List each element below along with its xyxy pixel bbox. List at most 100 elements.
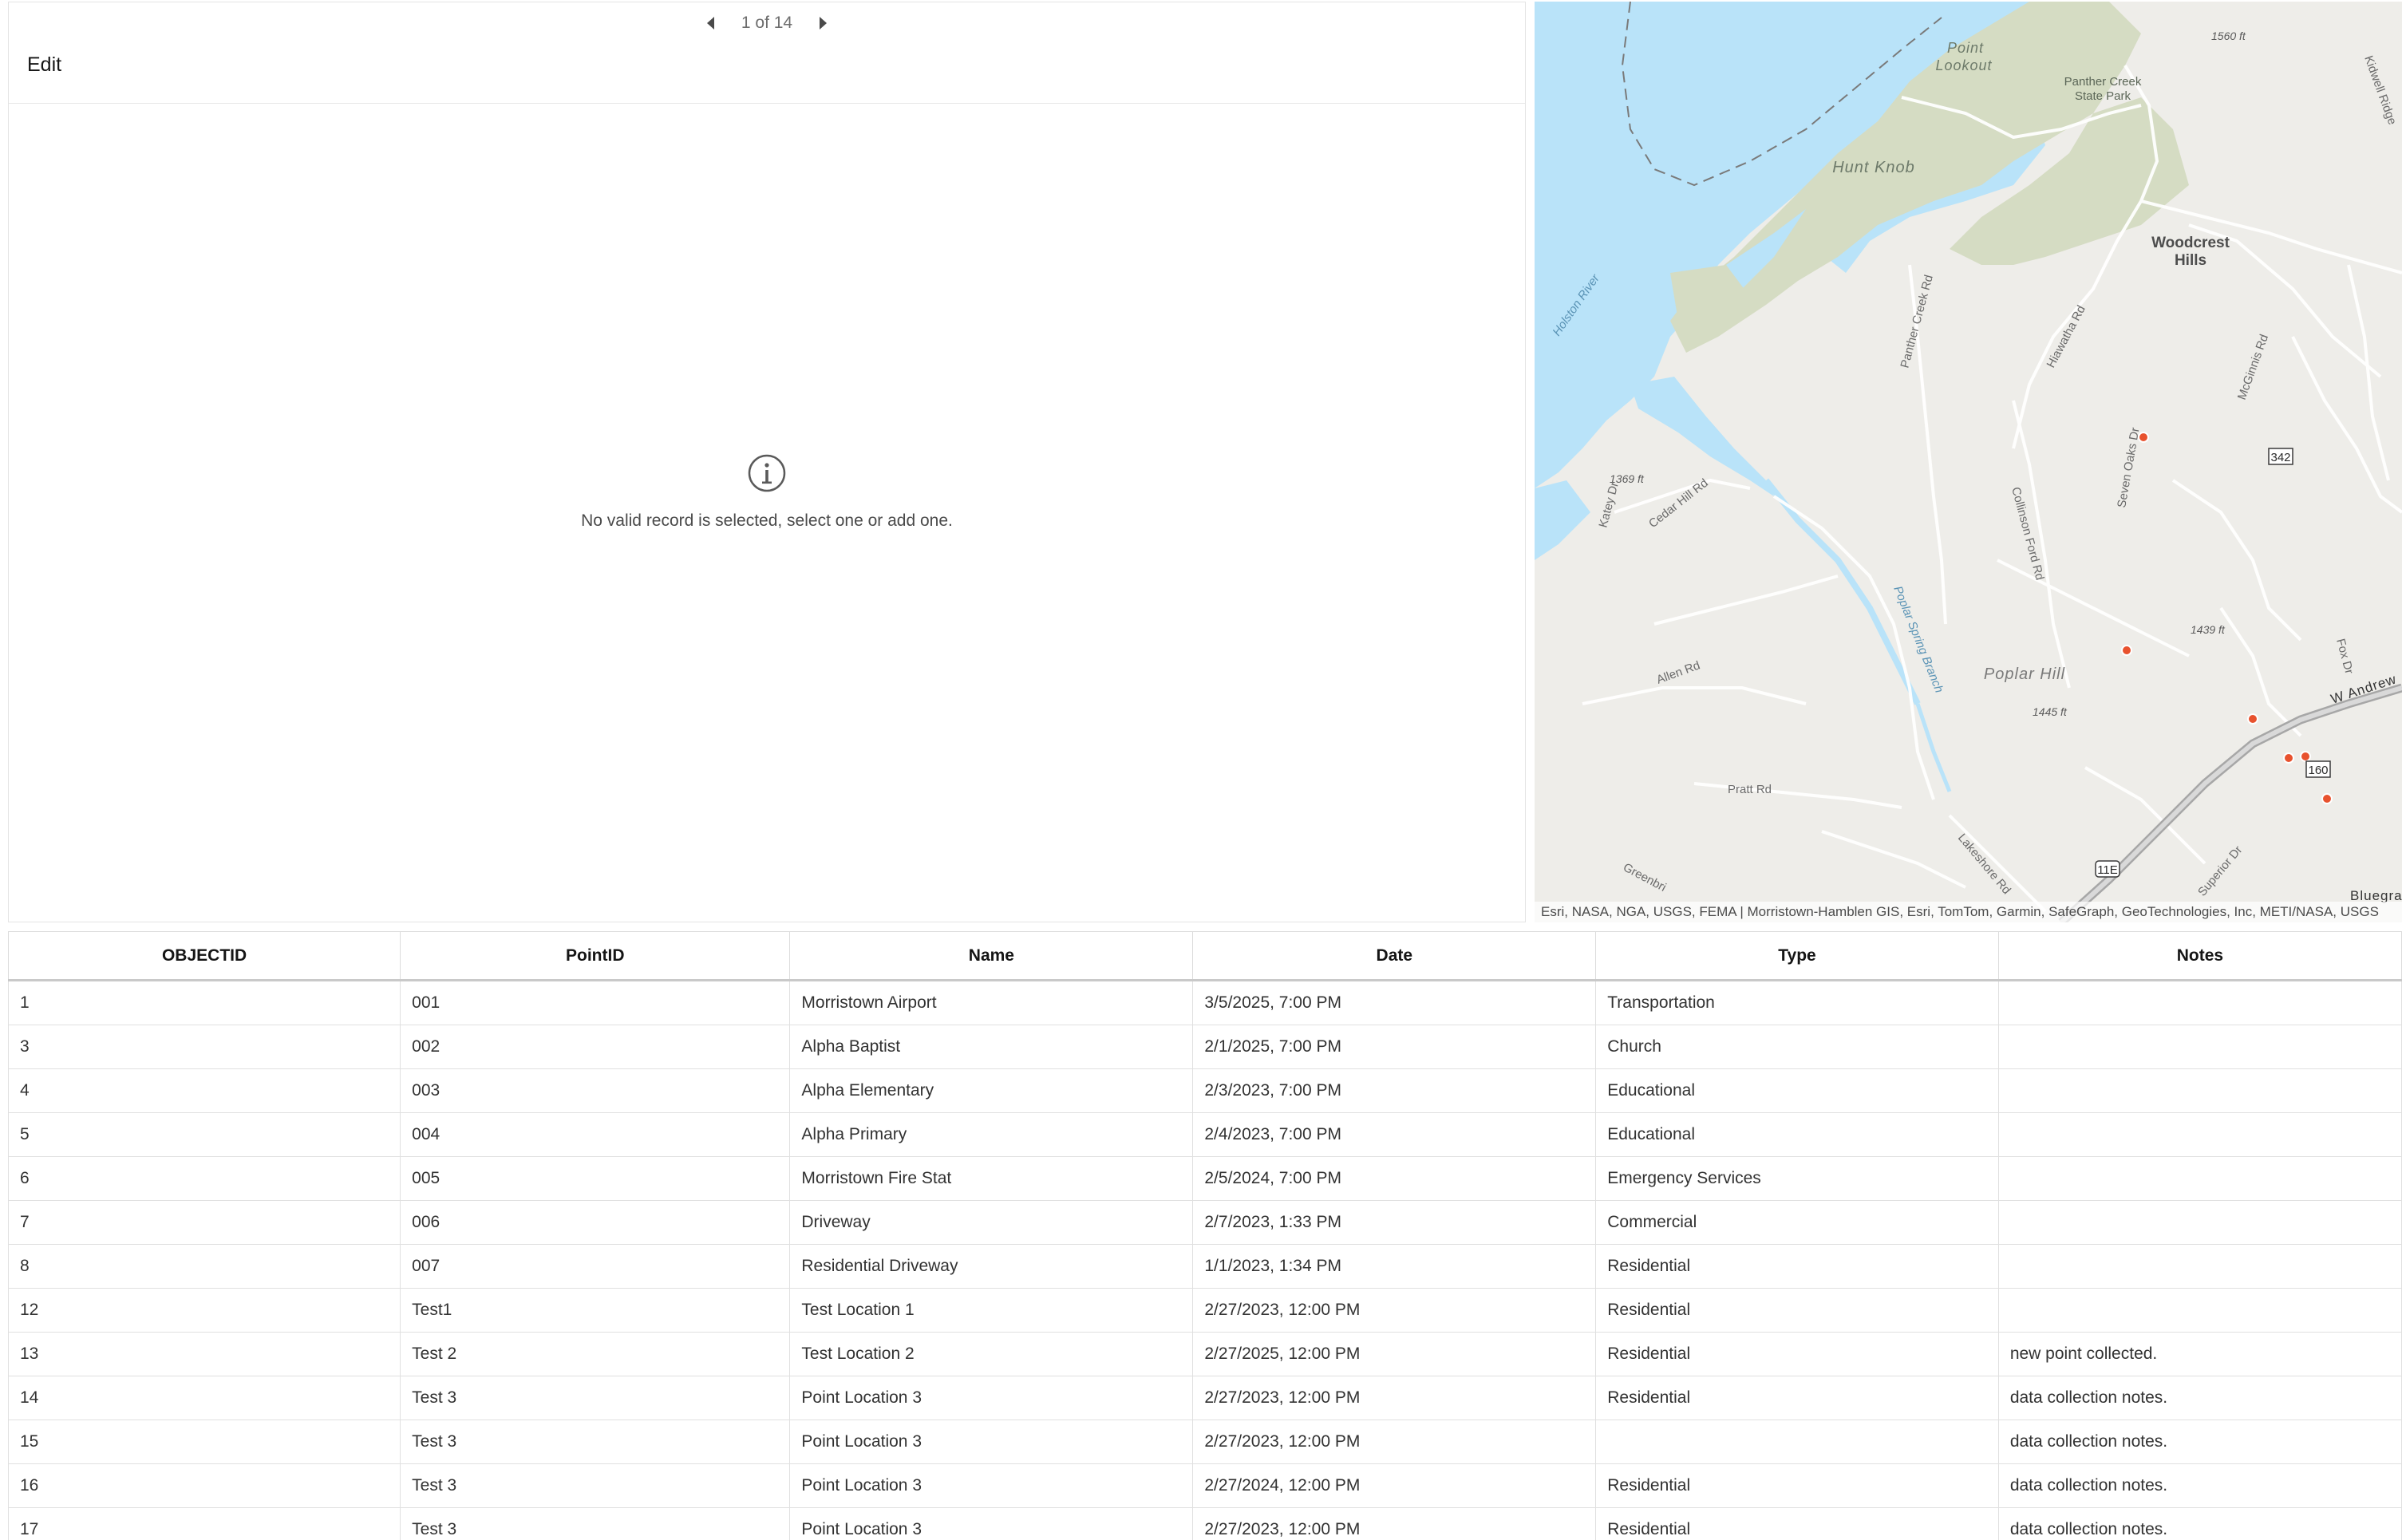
cell-type[interactable]: Residential xyxy=(1595,1507,1999,1540)
table-row[interactable]: 14 Test 3 Point Location 3 2/27/2023, 12:00… xyxy=(8,1376,2402,1420)
cell-name[interactable]: Alpha Primary xyxy=(789,1112,1194,1157)
cell-type[interactable]: Church xyxy=(1595,1025,1999,1069)
cell-objectid[interactable]: 1 xyxy=(8,980,401,1025)
cell-type[interactable]: Residential xyxy=(1595,1288,1999,1333)
cell-pointid[interactable]: 006 xyxy=(400,1200,791,1245)
cell-date[interactable]: 1/1/2023, 1:34 PM xyxy=(1192,1244,1597,1289)
cell-notes[interactable]: data collection notes. xyxy=(1997,1376,2402,1420)
cell-name[interactable]: Residential Driveway xyxy=(789,1244,1194,1289)
cell-date[interactable]: 2/27/2024, 12:00 PM xyxy=(1192,1463,1597,1508)
cell-date[interactable]: 3/5/2025, 7:00 PM xyxy=(1192,980,1597,1025)
cell-objectid[interactable]: 7 xyxy=(8,1200,401,1245)
cell-name[interactable]: Test Location 1 xyxy=(789,1288,1194,1333)
cell-date[interactable]: 2/27/2023, 12:00 PM xyxy=(1192,1376,1597,1420)
table-row[interactable]: 15 Test 3 Point Location 3 2/27/2023, 12:00… xyxy=(8,1420,2402,1464)
cell-pointid[interactable]: 003 xyxy=(400,1068,791,1113)
cell-objectid[interactable]: 5 xyxy=(8,1112,401,1157)
cell-date[interactable]: 2/27/2025, 12:00 PM xyxy=(1192,1332,1597,1376)
cell-name[interactable]: Test Location 2 xyxy=(789,1332,1194,1376)
cell-type[interactable]: Educational xyxy=(1595,1068,1999,1113)
cell-pointid[interactable]: Test 3 xyxy=(400,1376,791,1420)
cell-objectid[interactable]: 13 xyxy=(8,1332,401,1376)
cell-notes[interactable] xyxy=(1997,1244,2402,1289)
cell-pointid[interactable]: 004 xyxy=(400,1112,791,1157)
cell-type[interactable]: Residential xyxy=(1595,1244,1999,1289)
cell-objectid[interactable]: 8 xyxy=(8,1244,401,1289)
cell-objectid[interactable]: 14 xyxy=(8,1376,401,1420)
cell-pointid[interactable]: 001 xyxy=(400,980,791,1025)
table-row[interactable]: 17 Test 3 Point Location 3 2/27/2023, 12:00… xyxy=(8,1507,2402,1540)
table-row[interactable]: 1 001 Morristown Airport 3/5/2025, 7:00 PM T… xyxy=(8,980,2402,1025)
cell-objectid[interactable]: 16 xyxy=(8,1463,401,1508)
cell-notes[interactable] xyxy=(1997,1200,2402,1245)
cell-pointid[interactable]: Test1 xyxy=(400,1288,791,1333)
table-row[interactable]: 7 006 Driveway 2/7/2023, 1:33 PM Commercial xyxy=(8,1200,2402,1245)
cell-notes[interactable]: data collection notes. xyxy=(1997,1507,2402,1540)
column-header-type[interactable]: Type xyxy=(1595,931,1999,981)
cell-name[interactable]: Alpha Elementary xyxy=(789,1068,1194,1113)
cell-name[interactable]: Point Location 3 xyxy=(789,1376,1194,1420)
column-header-pointid[interactable]: PointID xyxy=(400,931,791,981)
table-row[interactable]: 6 005 Morristown Fire Stat 2/5/2024, 7:00 P… xyxy=(8,1156,2402,1201)
table-row[interactable]: 5 004 Alpha Primary 2/4/2023, 7:00 PM Educat… xyxy=(8,1112,2402,1157)
cell-date[interactable]: 2/5/2024, 7:00 PM xyxy=(1192,1156,1597,1201)
cell-date[interactable]: 2/3/2023, 7:00 PM xyxy=(1192,1068,1597,1113)
cell-name[interactable]: Alpha Baptist xyxy=(789,1025,1194,1069)
cell-notes[interactable] xyxy=(1997,980,2402,1025)
cell-notes[interactable] xyxy=(1997,1288,2402,1333)
cell-objectid[interactable]: 6 xyxy=(8,1156,401,1201)
cell-type[interactable] xyxy=(1595,1420,1999,1464)
column-header-name[interactable]: Name xyxy=(789,931,1194,981)
cell-objectid[interactable]: 3 xyxy=(8,1025,401,1069)
cell-name[interactable]: Driveway xyxy=(789,1200,1194,1245)
cell-pointid[interactable]: Test 2 xyxy=(400,1332,791,1376)
column-header-date[interactable]: Date xyxy=(1192,931,1597,981)
cell-objectid[interactable]: 12 xyxy=(8,1288,401,1333)
table-row[interactable]: 4 003 Alpha Elementary 2/3/2023, 7:00 PM Edu… xyxy=(8,1068,2402,1113)
table-row[interactable]: 12 Test1 Test Location 1 2/27/2023, 12:00 P… xyxy=(8,1288,2402,1333)
cell-notes[interactable]: data collection notes. xyxy=(1997,1463,2402,1508)
attribute-table[interactable]: OBJECTID PointID Name Date Type Notes 10… xyxy=(8,931,2402,1540)
cell-name[interactable]: Morristown Fire Stat xyxy=(789,1156,1194,1201)
table-row[interactable]: 16 Test 3 Point Location 3 2/27/2024, 12:00… xyxy=(8,1463,2402,1508)
cell-date[interactable]: 2/27/2023, 12:00 PM xyxy=(1192,1507,1597,1540)
cell-notes[interactable] xyxy=(1997,1112,2402,1157)
column-header-objectid[interactable]: OBJECTID xyxy=(8,931,401,981)
column-header-notes[interactable]: Notes xyxy=(1997,931,2402,981)
cell-date[interactable]: 2/27/2023, 12:00 PM xyxy=(1192,1420,1597,1464)
cell-notes[interactable] xyxy=(1997,1025,2402,1069)
table-row[interactable]: 8 007 Residential Driveway 1/1/2023, 1:34 P… xyxy=(8,1244,2402,1289)
cell-type[interactable]: Residential xyxy=(1595,1376,1999,1420)
cell-date[interactable]: 2/1/2025, 7:00 PM xyxy=(1192,1025,1597,1069)
previous-record-icon[interactable] xyxy=(706,17,714,30)
map-view[interactable]: 342 160 11E Point Lookout Hunt Knob Popl… xyxy=(1535,2,2402,922)
cell-pointid[interactable]: 005 xyxy=(400,1156,791,1201)
cell-notes[interactable] xyxy=(1997,1068,2402,1113)
cell-type[interactable]: Emergency Services xyxy=(1595,1156,1999,1201)
cell-type[interactable]: Educational xyxy=(1595,1112,1999,1157)
cell-date[interactable]: 2/4/2023, 7:00 PM xyxy=(1192,1112,1597,1157)
cell-date[interactable]: 2/7/2023, 1:33 PM xyxy=(1192,1200,1597,1245)
map-attribution[interactable]: Esri, NASA, NGA, USGS, FEMA | Morristown… xyxy=(1535,902,2402,922)
cell-name[interactable]: Point Location 3 xyxy=(789,1507,1194,1540)
cell-notes[interactable] xyxy=(1997,1156,2402,1201)
cell-type[interactable]: Commercial xyxy=(1595,1200,1999,1245)
cell-name[interactable]: Point Location 3 xyxy=(789,1420,1194,1464)
next-record-icon[interactable] xyxy=(820,17,828,30)
cell-pointid[interactable]: Test 3 xyxy=(400,1507,791,1540)
cell-objectid[interactable]: 15 xyxy=(8,1420,401,1464)
cell-type[interactable]: Residential xyxy=(1595,1463,1999,1508)
cell-notes[interactable]: new point collected. xyxy=(1997,1332,2402,1376)
cell-type[interactable]: Transportation xyxy=(1595,980,1999,1025)
cell-type[interactable]: Residential xyxy=(1595,1332,1999,1376)
cell-pointid[interactable]: Test 3 xyxy=(400,1420,791,1464)
table-row[interactable]: 13 Test 2 Test Location 2 2/27/2025, 12:00 … xyxy=(8,1332,2402,1376)
cell-date[interactable]: 2/27/2023, 12:00 PM xyxy=(1192,1288,1597,1333)
cell-notes[interactable]: data collection notes. xyxy=(1997,1420,2402,1464)
cell-name[interactable]: Point Location 3 xyxy=(789,1463,1194,1508)
cell-objectid[interactable]: 4 xyxy=(8,1068,401,1113)
cell-pointid[interactable]: 002 xyxy=(400,1025,791,1069)
cell-objectid[interactable]: 17 xyxy=(8,1507,401,1540)
cell-name[interactable]: Morristown Airport xyxy=(789,980,1194,1025)
table-row[interactable]: 3 002 Alpha Baptist 2/1/2025, 7:00 PM Church xyxy=(8,1025,2402,1069)
